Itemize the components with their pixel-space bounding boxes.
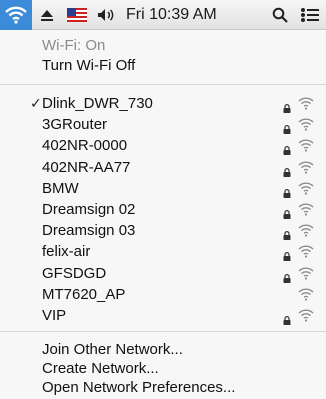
network-item[interactable]: Dreamsign 02	[0, 200, 326, 219]
lock-icon	[283, 99, 291, 113]
wifi-signal-icon	[298, 160, 314, 174]
wifi-status-label: Wi-Fi: On	[0, 36, 326, 55]
network-item[interactable]: 402NR-0000	[0, 136, 326, 156]
network-name: GFSDGD	[42, 264, 107, 282]
network-name: MT7620_AP	[42, 285, 126, 303]
lock-icon	[283, 141, 291, 156]
flag-icon[interactable]	[66, 0, 88, 30]
network-item[interactable]: 402NR-AA77	[0, 158, 326, 177]
wifi-signal-icon	[298, 202, 314, 216]
wifi-icon[interactable]	[0, 0, 32, 30]
create-network-label: Create Network...	[42, 360, 159, 377]
network-name: 402NR-0000	[42, 137, 128, 155]
list-icon[interactable]	[298, 0, 322, 30]
lock-icon	[283, 120, 291, 135]
network-name: 3GRouter	[42, 116, 108, 134]
network-item[interactable]: MT7620_AP	[0, 285, 326, 304]
menu-bar: Fri 10:39 AM	[0, 0, 326, 30]
network-name: BMW	[42, 179, 79, 197]
network-item[interactable]: felix-air	[0, 242, 326, 262]
create-network-item[interactable]: Create Network...	[0, 359, 326, 378]
eject-icon[interactable]	[38, 0, 56, 30]
lock-icon	[283, 247, 291, 262]
lock-icon	[283, 311, 291, 325]
search-icon[interactable]	[270, 0, 290, 30]
menubar-clock[interactable]: Fri 10:39 AM	[126, 0, 254, 30]
join-other-network-label: Join Other Network...	[42, 341, 183, 358]
network-name: 402NR-AA77	[42, 158, 131, 176]
wifi-signal-icon	[298, 117, 314, 131]
lock-icon	[283, 226, 291, 241]
network-item[interactable]: GFSDGD	[0, 264, 326, 283]
network-item[interactable]: Dreamsign 03	[0, 221, 326, 241]
network-name: VIP	[42, 307, 67, 324]
wifi-signal-icon	[298, 244, 314, 258]
lock-icon	[283, 163, 291, 177]
wifi-status-text: Wi-Fi: On	[42, 37, 106, 54]
join-other-network-item[interactable]: Join Other Network...	[0, 340, 326, 359]
wifi-signal-icon	[298, 138, 314, 152]
lock-icon	[283, 269, 291, 283]
volume-icon[interactable]	[96, 0, 116, 30]
turn-wifi-off-item[interactable]: Turn Wi-Fi Off	[0, 56, 326, 75]
network-item[interactable]: ✓ Dlink_DWR_730	[0, 94, 326, 113]
wifi-signal-icon	[298, 223, 314, 237]
network-name: Dreamsign 02	[42, 201, 136, 218]
open-network-preferences-label: Open Network Preferences...	[42, 379, 236, 396]
separator	[0, 331, 326, 332]
wifi-signal-icon	[298, 266, 314, 280]
network-name: Dreamsign 03	[42, 222, 136, 240]
wifi-signal-icon	[298, 181, 314, 195]
network-item[interactable]: BMW	[0, 179, 326, 198]
wifi-menu: Wi-Fi: On Turn Wi-Fi Off ✓ Dlink_DWR_730 3…	[0, 30, 326, 399]
checkmark-icon: ✓	[30, 95, 42, 111]
wifi-signal-icon	[298, 287, 314, 301]
wifi-signal-icon	[298, 308, 314, 322]
separator	[0, 84, 326, 85]
lock-icon	[283, 184, 291, 198]
network-name: felix-air	[42, 243, 91, 261]
network-name: Dlink_DWR_730	[42, 95, 153, 112]
open-network-preferences-item[interactable]: Open Network Preferences...	[0, 378, 326, 397]
network-item[interactable]: VIP	[0, 306, 326, 325]
lock-icon	[283, 205, 291, 219]
wifi-signal-icon	[298, 96, 314, 110]
network-item[interactable]: 3GRouter	[0, 115, 326, 135]
turn-wifi-off-label: Turn Wi-Fi Off	[42, 57, 136, 74]
